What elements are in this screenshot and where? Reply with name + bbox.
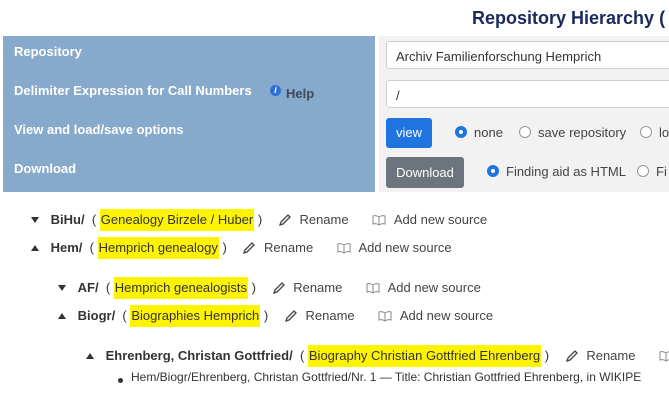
add-source-link[interactable]: Add new source	[400, 305, 493, 327]
repository-row: Repository Archiv Familienforschung Hemp…	[3, 36, 669, 75]
node-path[interactable]: Hem/	[51, 237, 83, 259]
delimiter-row: Delimiter Expression for Call Numbers i …	[3, 75, 669, 114]
view-options-label: View and load/save options	[3, 114, 375, 153]
expand-caret-icon[interactable]	[31, 244, 39, 251]
node-title[interactable]: Biography Christian Gottfried Ehrenberg	[307, 344, 542, 367]
book-icon[interactable]	[378, 310, 392, 322]
radio-finding-aid-other-label[interactable]: Fi	[656, 164, 667, 179]
radio-save-repository-label[interactable]: save repository	[538, 125, 626, 140]
tree-node-ehrenberg: Ehrenberg, Christan Gottfried/ ( Biograp…	[86, 344, 669, 367]
radio-finding-aid-html-label[interactable]: Finding aid as HTML	[506, 164, 626, 179]
tree-node-biogr: Biogr/ ( Biographies Hemprich ) Rename A…	[58, 304, 493, 327]
expand-caret-icon[interactable]	[58, 312, 66, 319]
add-source-link[interactable]: Add new source	[394, 209, 487, 231]
node-title[interactable]: Biographies Hemprich	[130, 304, 261, 327]
node-path[interactable]: Biogr/	[78, 305, 116, 327]
help-link[interactable]: Help	[286, 86, 314, 101]
repository-form: Repository Archiv Familienforschung Hemp…	[3, 36, 669, 192]
node-path[interactable]: AF/	[78, 277, 99, 299]
radio-save-repository[interactable]	[519, 126, 531, 138]
book-icon[interactable]	[372, 214, 386, 226]
tree-node-bihu: BiHu/ ( Genealogy Birzele / Huber ) Rena…	[31, 208, 487, 231]
repository-tree: BiHu/ ( Genealogy Birzele / Huber ) Rena…	[0, 200, 669, 401]
node-path[interactable]: Ehrenberg, Christan Gottfried/	[106, 345, 293, 367]
view-button[interactable]: view	[386, 118, 432, 148]
book-icon[interactable]	[659, 350, 669, 362]
radio-load-label[interactable]: lo	[659, 125, 669, 140]
rename-link[interactable]: Rename	[264, 237, 313, 259]
download-cell: Download Finding aid as HTML Fi	[379, 153, 669, 192]
rename-link[interactable]: Rename	[293, 277, 342, 299]
delimiter-label: Delimiter Expression for Call Numbers	[14, 83, 252, 98]
info-icon[interactable]: i	[270, 85, 281, 96]
tree-node-hem: Hem/ ( Hemprich genealogy ) Rename Add n…	[31, 236, 452, 259]
download-label: Download	[3, 153, 375, 192]
page-title: Repository Hierarchy (	[472, 8, 666, 28]
view-options-row: View and load/save options view none sav…	[3, 114, 669, 153]
delimiter-label-cell: Delimiter Expression for Call Numbers i …	[3, 75, 375, 114]
rename-link[interactable]: Rename	[299, 209, 348, 231]
node-path[interactable]: BiHu/	[51, 209, 85, 231]
pencil-icon[interactable]	[278, 213, 292, 227]
tree-node-af: AF/ ( Hemprich genealogists ) Rename Add…	[58, 276, 481, 299]
pencil-icon[interactable]	[284, 309, 298, 323]
delimiter-input[interactable]: /	[386, 80, 669, 108]
delimiter-value-cell: /	[379, 75, 669, 114]
radio-finding-aid-other[interactable]	[637, 165, 649, 177]
radio-load[interactable]	[640, 126, 652, 138]
book-icon[interactable]	[337, 242, 351, 254]
collapse-caret-icon[interactable]	[31, 216, 39, 223]
node-title[interactable]: Hemprich genealogists	[113, 276, 248, 299]
add-source-link[interactable]: Add new source	[388, 277, 481, 299]
entry-bullet	[118, 378, 123, 383]
rename-link[interactable]: Rename	[586, 345, 635, 367]
source-entry[interactable]: Hem/Biogr/Ehrenberg, Christan Gottfried/…	[131, 370, 641, 384]
view-options-cell: view none save repository lo	[379, 114, 669, 153]
download-button[interactable]: Download	[386, 157, 464, 188]
rename-link[interactable]: Rename	[305, 305, 354, 327]
repository-value-cell: Archiv Familienforschung Hemprich	[379, 36, 669, 75]
radio-none-label[interactable]: none	[474, 125, 503, 140]
pencil-icon[interactable]	[565, 349, 579, 363]
repository-label: Repository	[3, 36, 375, 75]
node-title[interactable]: Hemprich genealogy	[97, 236, 219, 259]
add-source-link[interactable]: Add new source	[358, 237, 451, 259]
pencil-icon[interactable]	[242, 241, 256, 255]
download-row: Download Download Finding aid as HTML Fi	[3, 153, 669, 192]
repository-select[interactable]: Archiv Familienforschung Hemprich	[386, 41, 669, 69]
radio-none[interactable]	[455, 126, 467, 138]
collapse-caret-icon[interactable]	[58, 284, 66, 291]
pencil-icon[interactable]	[272, 281, 286, 295]
book-icon[interactable]	[366, 282, 380, 294]
expand-caret-icon[interactable]	[86, 352, 94, 359]
node-title[interactable]: Genealogy Birzele / Huber	[99, 208, 255, 231]
radio-finding-aid-html[interactable]	[487, 165, 499, 177]
